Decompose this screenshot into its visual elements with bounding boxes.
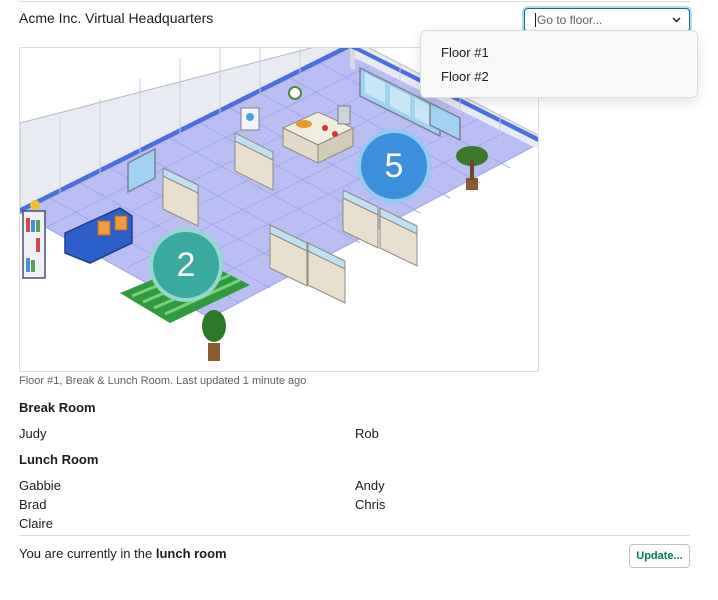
person-name: Andy xyxy=(355,478,385,493)
app-root: Acme Inc. Virtual Headquarters Go to flo… xyxy=(0,0,718,600)
room-heading-lunch: Lunch Room xyxy=(19,452,99,467)
room-heading-break: Break Room xyxy=(19,400,96,415)
person-name: Chris xyxy=(355,497,386,512)
floor-dropdown-menu: Floor #1 Floor #2 xyxy=(420,30,698,98)
page-title: Acme Inc. Virtual Headquarters xyxy=(19,10,214,26)
floor-option-2[interactable]: Floor #2 xyxy=(441,69,489,84)
status-room: lunch room xyxy=(155,546,227,561)
person-name: Rob xyxy=(355,426,379,441)
floor-select-placeholder: Go to floor... xyxy=(537,13,603,27)
occupancy-badge-office[interactable]: 5 xyxy=(357,129,431,203)
person-name: Claire xyxy=(19,516,53,531)
bottom-divider xyxy=(19,535,690,536)
occupancy-badge-break-lunch[interactable]: 2 xyxy=(149,228,223,302)
occupancy-count: 2 xyxy=(176,245,196,284)
person-name: Brad xyxy=(19,497,47,512)
update-button[interactable]: Update... xyxy=(629,544,690,568)
text-caret xyxy=(535,13,536,27)
status-prefix: You are currently in the xyxy=(19,546,153,561)
top-divider xyxy=(19,1,690,2)
occupancy-count: 5 xyxy=(384,146,404,185)
floor-option-1[interactable]: Floor #1 xyxy=(441,45,489,60)
current-location-status: You are currently in the lunch room xyxy=(19,546,227,561)
person-name: Gabbie xyxy=(19,478,61,493)
floor-select[interactable]: Go to floor... xyxy=(524,8,690,32)
map-caption: Floor #1, Break & Lunch Room. Last updat… xyxy=(19,375,307,387)
person-name: Judy xyxy=(19,426,47,441)
chevron-down-icon xyxy=(671,15,681,25)
